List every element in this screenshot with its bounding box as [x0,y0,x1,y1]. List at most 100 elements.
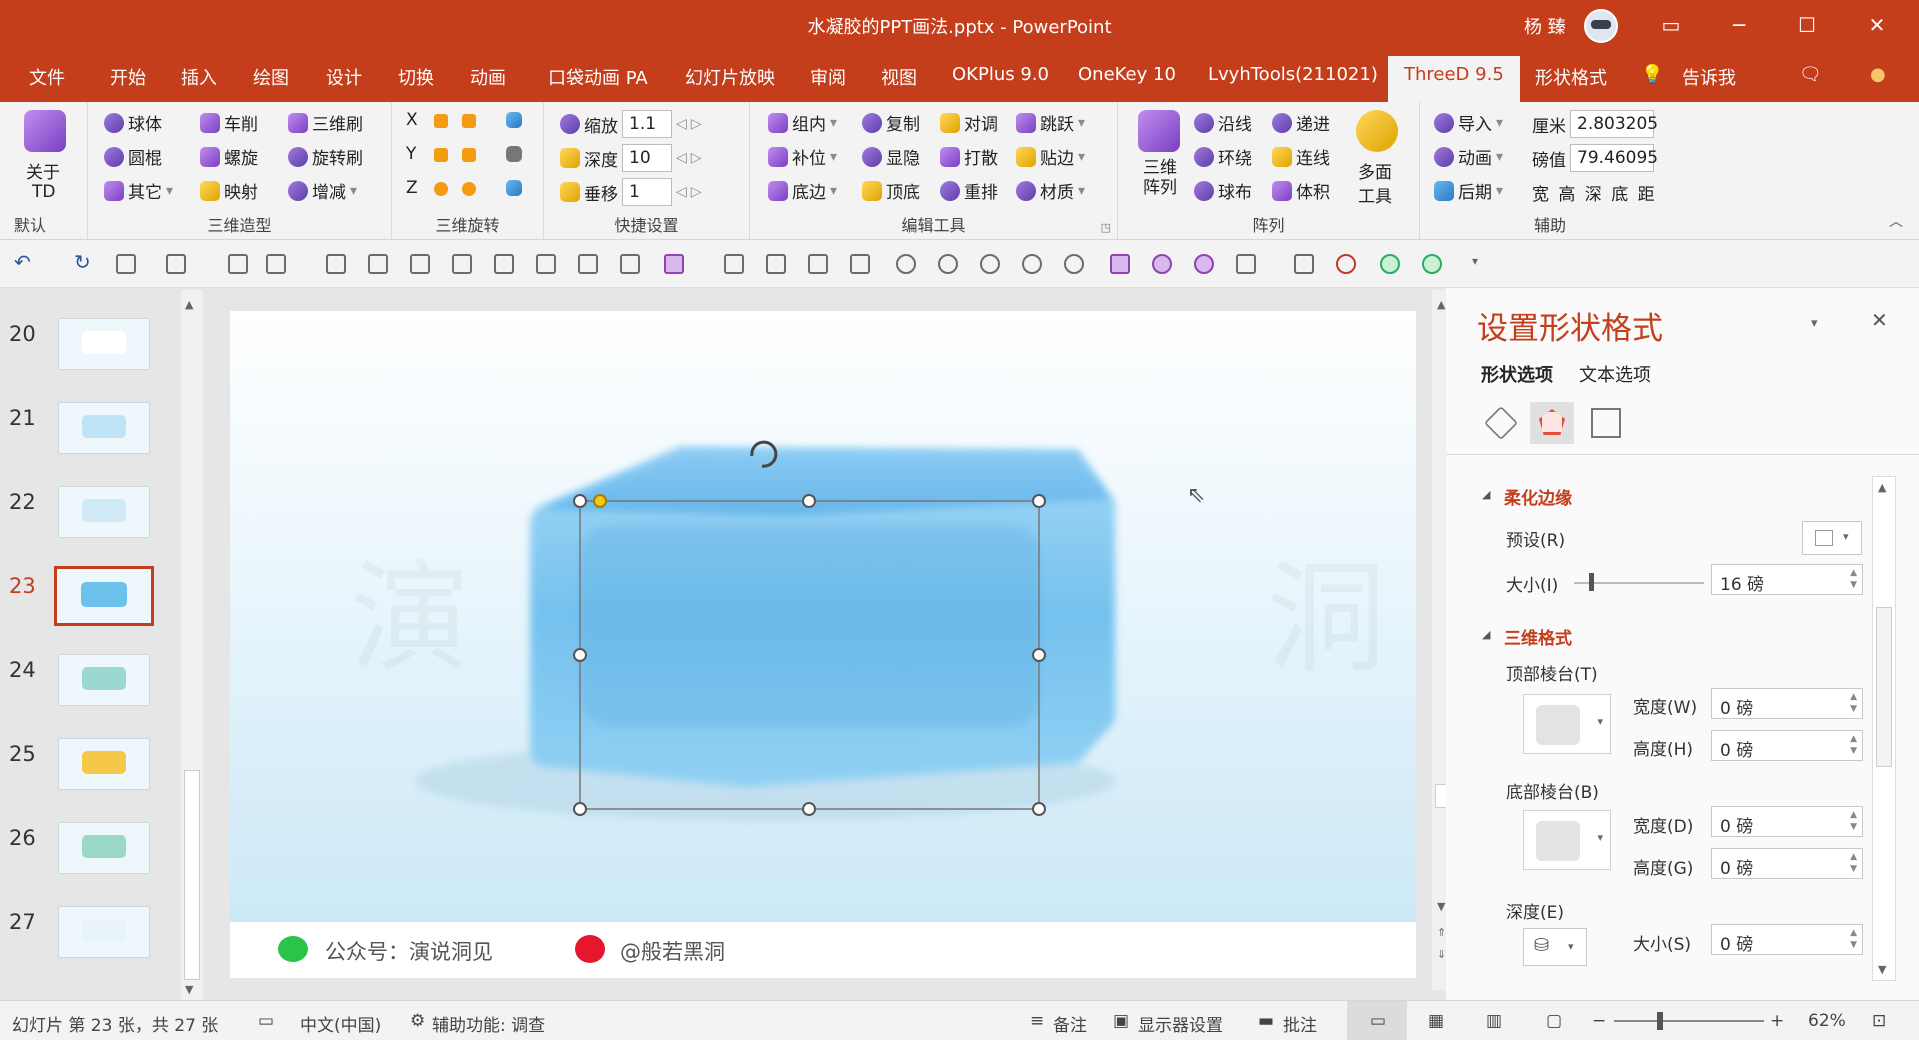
distribute-horizontal-icon[interactable] [578,254,598,274]
scale-increase-icon[interactable]: ▷ [691,116,702,132]
connect-button[interactable]: 连线 [1272,144,1330,169]
top-bevel-width-input[interactable]: 0 磅 ▲ ▼ [1711,688,1863,719]
threed-tool-icon[interactable] [1110,254,1130,274]
about-label-2[interactable]: TD [32,182,55,202]
resize-handle-bottom[interactable] [802,802,816,816]
distribute-vertical-icon[interactable] [620,254,640,274]
minimize-button[interactable]: ─ [1716,8,1762,42]
zoom-out-icon[interactable]: − [1592,1011,1606,1031]
zoom-in-icon[interactable]: + [1770,1011,1784,1031]
rotate-x-right-icon[interactable] [462,114,476,128]
pane-scroll-up-icon[interactable]: ▲ [1878,481,1886,494]
rotate-reset-icon[interactable] [506,112,522,128]
snap-edge-button[interactable]: 贴边 ▾ [1016,144,1085,169]
align-middle-icon[interactable] [494,254,514,274]
animation-button[interactable]: 动画 ▾ [1434,144,1503,169]
resize-handle-right[interactable] [1032,648,1046,662]
thumbnails-scroll-thumb[interactable] [184,770,200,980]
depth-size-input[interactable]: 0 磅 ▲ ▼ [1711,924,1863,955]
align-right-icon[interactable] [410,254,430,274]
rotate-shape-icon[interactable] [228,254,248,274]
multi-face-label-2[interactable]: 工具 [1358,182,1392,207]
in-group-button[interactable]: 组内 ▾ [768,110,837,135]
select-icon[interactable] [1236,254,1256,274]
pin-tool-icon[interactable] [1194,254,1214,274]
pane-scroll-down-icon[interactable]: ▼ [1878,963,1886,976]
break-apart-button[interactable]: 打散 [940,144,998,169]
close-button[interactable]: ✕ [1854,8,1900,42]
resize-handle-bottom-left[interactable] [573,802,587,816]
top-bevel-dropdown[interactable]: ▾ [1523,694,1611,754]
increase-decrease-button[interactable]: 增减 ▾ [288,178,357,203]
3d-array-button[interactable]: 三维阵列 [1142,158,1178,198]
rotate-play-icon[interactable] [506,180,522,196]
rearrange-button[interactable]: 重排 [940,178,998,203]
tab-transitions[interactable]: 切换 [398,64,434,90]
language-indicator[interactable]: 中文(中国) [300,1011,381,1036]
bottom-bevel-height-input[interactable]: 0 磅 ▲ ▼ [1711,848,1863,879]
top-bottom-button[interactable]: 顶底 [862,178,920,203]
spinner-icon[interactable]: ▲ ▼ [1850,567,1857,591]
pane-options-chevron-icon[interactable]: ▾ [1811,316,1818,331]
multi-face-label-1[interactable]: 多面 [1358,158,1392,183]
slide-counter[interactable]: 幻灯片 第 23 张，共 27 张 [12,1011,218,1036]
zoom-level[interactable]: 62% [1808,1011,1846,1031]
collapse-3d-format-icon[interactable]: ◢ [1482,628,1490,641]
collapse-soft-edges-icon[interactable]: ◢ [1482,488,1490,501]
flip-vertical-icon[interactable] [766,254,786,274]
maximize-button[interactable]: ☐ [1784,8,1830,42]
depth-input[interactable]: 10 [622,144,672,172]
layout-icon[interactable] [116,254,136,274]
rod-button[interactable]: 圆棍 [104,144,162,169]
pane-close-icon[interactable]: ✕ [1871,308,1888,332]
slide-scroll-down-icon[interactable]: ▼ [1437,900,1445,913]
slide-thumbnail[interactable] [58,318,150,370]
material-button[interactable]: 材质 ▾ [1016,178,1085,203]
soft-edges-preset-dropdown[interactable]: ▾ [1802,521,1862,555]
post-button[interactable]: 后期 ▾ [1434,178,1503,203]
slide-canvas[interactable]: 演 说 洞 见 ⇖ 公众号：演说洞见 @般若黑洞 [230,311,1416,978]
other-button[interactable]: 其它 ▾ [104,178,173,203]
depth-color-dropdown[interactable]: ⛁ ▾ [1523,928,1587,966]
tab-review[interactable]: 审阅 [810,64,846,90]
3d-brush-button[interactable]: 三维刷 [288,110,363,135]
resize-handle-top-right[interactable] [1032,494,1046,508]
align-top-icon[interactable] [452,254,472,274]
rotate-right-icon[interactable] [850,254,870,274]
slideshow-icon[interactable]: ▢ [1546,1011,1562,1031]
bottom-bevel-width-input[interactable]: 0 磅 ▲ ▼ [1711,806,1863,837]
collapse-ribbon-icon[interactable]: ︿ [1889,211,1903,231]
notification-dot-icon[interactable]: ● [1870,64,1886,85]
resize-handle-bottom-right[interactable] [1032,802,1046,816]
tab-insert[interactable]: 插入 [181,64,217,90]
resize-handle-top[interactable] [802,494,816,508]
slide-thumbnail[interactable] [54,566,154,626]
tab-design[interactable]: 设计 [326,64,362,90]
bottom-bevel-dropdown[interactable]: ▾ [1523,810,1611,870]
pane-scrollbar[interactable]: ▲ ▼ [1872,476,1896,981]
depth-decrease-icon[interactable]: ◁ [676,150,687,166]
spinner-icon[interactable]: ▲ ▼ [1850,851,1857,875]
sphere-button[interactable]: 球体 [104,110,162,135]
display-settings-icon[interactable]: ▣ [1113,1011,1129,1031]
slide-sorter-icon[interactable]: ▦ [1428,1011,1444,1031]
spinner-icon[interactable]: ▲ ▼ [1850,809,1857,833]
tab-draw[interactable]: 绘图 [253,64,289,90]
align-center-icon[interactable] [368,254,388,274]
vertical-shift-input[interactable]: 1 [622,178,672,206]
notes-button[interactable]: 备注 [1053,1011,1087,1036]
scale-decrease-icon[interactable]: ◁ [676,116,687,132]
accessibility-icon[interactable]: ⚙ [410,1011,425,1031]
ribbon-display-options-button[interactable]: ▭ [1648,8,1694,42]
tab-shape-options[interactable]: 形状选项 [1481,361,1553,387]
rotate-flip-icon[interactable] [506,146,522,162]
spell-check-icon[interactable]: ▭ [258,1011,274,1031]
tab-threed[interactable]: ThreeD 9.5 [1388,56,1520,102]
scroll-down-icon[interactable]: ▼ [185,983,193,996]
tab-home[interactable]: 开始 [110,64,146,90]
merge-fragment-icon[interactable] [980,254,1000,274]
pt-input[interactable]: 79.46095 [1570,144,1658,172]
undo-icon[interactable]: ↶ [14,250,31,274]
adjust-handle[interactable] [593,494,607,508]
spiral-button[interactable]: 螺旋 [200,144,258,169]
